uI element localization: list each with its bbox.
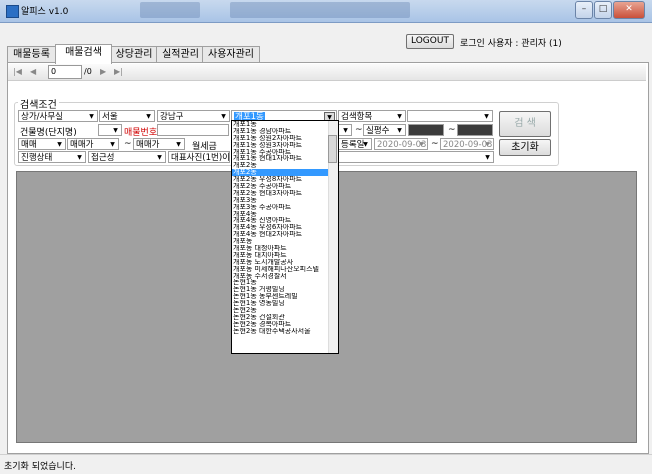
login-user-label: 로그인 사용자 : 관리자 (1) [460,39,562,49]
access-select[interactable]: 접근성 ▼ [88,151,166,163]
dropdown-item[interactable]: 논현2동 건설회관 [232,314,338,321]
dropdown-item[interactable]: 개포1동 성원2차아파트 [232,135,338,142]
price-tilde: ~ [124,139,132,149]
dropdown-item[interactable]: 개포2동 [232,162,338,169]
tab-consult[interactable]: 상당관리 [109,46,159,63]
dropdown-item[interactable]: 개포4동 [232,211,338,218]
tab-users[interactable]: 사용자관리 [202,46,260,63]
item-number-label: 매물번호 [124,128,158,138]
dropdown-item[interactable]: 개포2동 주공아파트 [232,183,338,190]
dropdown-item[interactable]: 개포4동 현대2차아파트 [232,231,338,238]
search-button[interactable]: 검 색 [499,111,551,137]
dropdown-item[interactable]: 논현2동 경복아파트 [232,321,338,328]
maximize-button[interactable]: □ [594,1,612,19]
dropdown-item[interactable]: 논현1동 동부센트레빌 [232,293,338,300]
row2-select[interactable]: ▼ [338,124,352,136]
dropdown-item[interactable]: 개포4동 신영아파트 [232,217,338,224]
dropdown-item[interactable]: 개포2동 [232,169,338,177]
close-button[interactable]: ✕ [613,1,645,19]
prev-page-icon[interactable]: ◀ [30,67,36,76]
building-name-label: 건물명(단지명) [20,128,77,138]
building-name-select[interactable]: ▼ [98,124,122,136]
logout-button[interactable]: LOGOUT [406,34,454,49]
row4-select[interactable]: ▼ [338,151,494,163]
date-from-picker[interactable]: 2020-09-03 ▼ [374,138,428,150]
dropdown-item[interactable]: 개포3동 [232,197,338,204]
tilde-1: ~ [355,125,363,135]
status-bar: 초기화 되었습니다. [0,454,652,474]
tab-register[interactable]: 매물등록 [7,46,56,63]
dropdown-item[interactable]: 개포1동 [232,121,338,128]
district-select[interactable]: 강남구 ▼ [157,110,230,122]
window-title: 알피스 v1.0 [21,7,69,17]
date-to-picker[interactable]: 2020-09-03 ▼ [440,138,494,150]
page-input[interactable]: 0 [48,65,82,79]
dropdown-scrollbar[interactable] [328,121,338,353]
dropdown-item[interactable]: 개포1동 주공아파트 [232,149,338,156]
dropdown-item[interactable]: 논현2동 대한주택공사서울 [232,328,338,335]
dropdown-item[interactable]: 논현1동 거평빌딩 [232,286,338,293]
dropdown-item[interactable]: 개포1동 경남아파트 [232,128,338,135]
title-bar: 알피스 v1.0 – □ ✕ [0,0,652,23]
navigator-toolbar: |◀ ◀ 0 /0 ▶ ▶| [8,64,646,81]
dropdown-item[interactable]: 개포2동 우성8차아파트 [232,176,338,183]
dropdown-item[interactable]: 개포1동 성원3차아파트 [232,142,338,149]
dropdown-item[interactable]: 개포4동 우성6차아파트 [232,224,338,231]
price-type-select[interactable]: 매매가 ▼ [67,138,119,150]
item-number-input[interactable] [157,124,229,136]
date-tilde: ~ [431,139,439,149]
background-bar-2 [230,2,410,18]
area-min-input[interactable] [408,124,444,136]
date-kind-select[interactable]: 등록일 ▼ [338,138,372,150]
next-page-icon[interactable]: ▶ [100,67,106,76]
deal-type-select[interactable]: 매매 ▼ [18,138,66,150]
last-page-icon[interactable]: ▶| [114,67,123,76]
dropdown-item[interactable]: 논현2동 [232,307,338,314]
dropdown-scroll-thumb[interactable] [328,135,337,163]
dropdown-item[interactable]: 개포동 도시개발공사 [232,259,338,266]
tab-search[interactable]: 매물검색 [55,44,112,64]
dropdown-item[interactable]: 개포3동 주공아파트 [232,204,338,211]
area-max-input[interactable] [457,124,493,136]
first-page-icon[interactable]: |◀ [13,67,22,76]
page-total: /0 [84,67,92,76]
property-type-select[interactable]: 상가/사무실 ▼ [18,110,98,122]
dropdown-item[interactable]: 개포동 [232,238,338,245]
dropdown-item[interactable]: 논현1동 영동빌딩 [232,300,338,307]
dong-dropdown-list[interactable]: 개포1동 개포1동 경남아파트 개포1동 성원2차아파트 개포1동 성원3차아파트 개포… [231,120,339,354]
status-select[interactable]: 진행상태 ▼ [18,151,86,163]
search-group-label: 검색조건 [18,96,59,111]
tilde-2: ~ [448,125,456,135]
minimize-button[interactable]: – [575,1,593,19]
city-select[interactable]: 서울 ▼ [99,110,155,122]
dropdown-item[interactable]: 개포동 대청아파트 [232,245,338,252]
search-item-select[interactable]: 검색항목 ▼ [338,110,406,122]
dropdown-item[interactable]: 개포1동 현대1차아파트 [232,155,338,162]
dropdown-item[interactable]: 개포2동 현대3차아파트 [232,190,338,197]
tab-performance[interactable]: 실적관리 [156,46,205,63]
dropdown-item[interactable]: 개포동 대치아파트 [232,252,338,259]
photo-name-select[interactable]: 대표사진(1번)이름 [168,151,230,163]
price-type-select-2[interactable]: 매매가 ▼ [133,138,185,150]
dropdown-item[interactable]: 논현1동 [232,279,338,286]
reset-button[interactable]: 초기화 [499,139,551,156]
area-select[interactable]: 실평수 ▼ [363,124,406,136]
dropdown-item[interactable]: 개포동 수서경찰서 [232,273,338,280]
dropdown-item[interactable]: 개포동 미세해피나산오피스텔 [232,266,338,273]
search-item-value[interactable]: ▼ [407,110,493,122]
background-bar [140,2,200,18]
status-text: 초기화 되었습니다. [4,462,76,472]
app-icon [6,5,19,18]
